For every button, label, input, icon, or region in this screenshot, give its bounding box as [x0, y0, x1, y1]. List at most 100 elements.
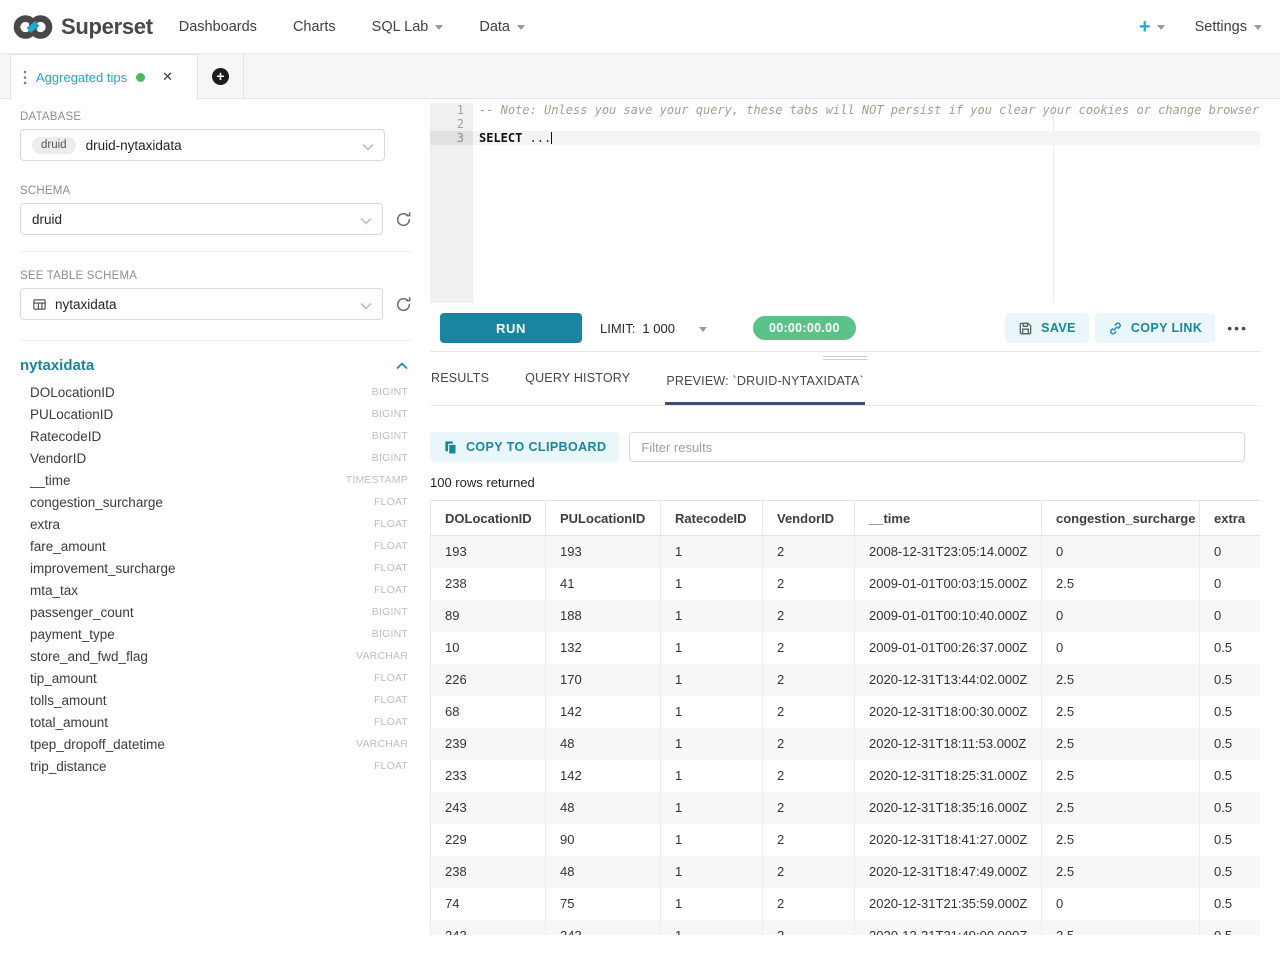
superset-logo[interactable]: Superset — [12, 11, 153, 43]
schema-column-row: store_and_fwd_flagVARCHAR — [20, 645, 412, 667]
nav-item-sql-lab[interactable]: SQL Lab — [372, 19, 444, 35]
copy-to-clipboard-button[interactable]: COPY TO CLIPBOARD — [430, 432, 619, 462]
column-type: BIGINT — [372, 606, 408, 618]
table-cell: 2 — [763, 824, 855, 856]
save-button[interactable]: SAVE — [1005, 313, 1089, 343]
text-cursor — [551, 132, 552, 144]
schema-select[interactable]: druid — [20, 203, 383, 235]
table-cell: 2020-12-31T18:25:31.000Z — [855, 760, 1042, 792]
database-select[interactable]: druid druid-nytaxidata — [20, 129, 385, 161]
database-label: DATABASE — [20, 111, 412, 123]
column-name: mta_tax — [30, 583, 78, 598]
column-header[interactable]: DOLocationID — [431, 501, 546, 536]
nav-item-data[interactable]: Data — [479, 19, 525, 35]
caret-down-icon — [1157, 25, 1165, 30]
link-icon — [1108, 321, 1123, 336]
chevron-down-icon — [362, 143, 374, 151]
query-tab-aggregated-tips[interactable]: Aggregated tips ✕ — [10, 54, 198, 99]
table-cell: 0 — [1200, 536, 1261, 568]
rows-returned-text: 100 rows returned — [430, 475, 535, 490]
filter-results-input[interactable] — [629, 432, 1245, 462]
new-item-menu[interactable]: + — [1139, 17, 1165, 37]
refresh-schemas-icon[interactable] — [395, 211, 412, 228]
schema-column-row: tolls_amountFLOAT — [20, 689, 412, 711]
table-row: 23948122020-12-31T18:11:53.000Z2.50.5 — [431, 728, 1261, 760]
column-name: RatecodeID — [30, 429, 101, 444]
table-cell: 2020-12-31T18:11:53.000Z — [855, 728, 1042, 760]
table-cell: 2.5 — [1042, 792, 1200, 824]
table-cell: 1 — [661, 760, 763, 792]
column-name: total_amount — [30, 715, 108, 730]
table-cell: 2008-12-31T23:05:14.000Z — [855, 536, 1042, 568]
column-type: BIGINT — [372, 408, 408, 420]
nav-menu: Dashboards Charts SQL Lab Data — [179, 19, 525, 35]
column-header[interactable]: RatecodeID — [661, 501, 763, 536]
limit-dropdown[interactable]: LIMIT: 1 000 — [600, 321, 707, 336]
table-cell: 238 — [431, 568, 546, 600]
table-row: 23841122009-01-01T00:03:15.000Z2.50 — [431, 568, 1261, 600]
run-button[interactable]: RUN — [440, 313, 582, 343]
refresh-tables-icon[interactable] — [395, 296, 412, 313]
caret-down-icon — [1254, 25, 1262, 30]
drag-handle-icon — [23, 70, 27, 85]
table-cell: 2 — [763, 792, 855, 824]
table-cell: 243 — [431, 920, 546, 936]
tab-results[interactable]: RESULTS — [430, 371, 490, 405]
limit-label: LIMIT: — [600, 321, 635, 336]
table-cell: 2 — [763, 664, 855, 696]
nav-item-dashboards[interactable]: Dashboards — [179, 19, 257, 35]
column-type: FLOAT — [374, 496, 408, 508]
table-cell: 48 — [546, 792, 661, 824]
chevron-up-icon[interactable] — [396, 362, 408, 370]
table-cell: 1 — [661, 568, 763, 600]
table-row: 89188122009-01-01T00:10:40.000Z00 — [431, 600, 1261, 632]
superset-sql-lab: Superset Dashboards Charts SQL Lab Data … — [0, 0, 1280, 960]
editor-line: 2 — [430, 117, 1260, 131]
table-select[interactable]: nytaxidata — [20, 288, 383, 320]
table-cell: 2.5 — [1042, 824, 1200, 856]
results-controls: COPY TO CLIPBOARD — [430, 432, 1260, 462]
copy-link-button[interactable]: COPY LINK — [1095, 313, 1215, 343]
add-tab-button[interactable]: + — [198, 54, 244, 99]
column-header[interactable]: VendorID — [763, 501, 855, 536]
table-cell: 2009-01-01T00:26:37.000Z — [855, 632, 1042, 664]
settings-menu[interactable]: Settings — [1195, 19, 1262, 35]
table-schema-header[interactable]: nytaxidata — [20, 357, 412, 374]
column-header[interactable]: congestion_surcharge — [1042, 501, 1200, 536]
column-type: FLOAT — [374, 716, 408, 728]
schema-column-row: fare_amountFLOAT — [20, 535, 412, 557]
column-header[interactable]: __time — [855, 501, 1042, 536]
table-row: 10132122009-01-01T00:26:37.000Z00.5 — [431, 632, 1261, 664]
column-name: fare_amount — [30, 539, 106, 554]
schema-column-row: mta_taxFLOAT — [20, 579, 412, 601]
preview-table-container[interactable]: DOLocationIDPULocationIDRatecodeIDVendor… — [430, 500, 1260, 935]
table-cell: 233 — [431, 760, 546, 792]
caret-down-icon — [699, 327, 707, 332]
column-header[interactable]: PULocationID — [546, 501, 661, 536]
table-columns-list: DOLocationIDBIGINTPULocationIDBIGINTRate… — [20, 381, 412, 777]
sql-comment: -- Note: Unless you save your query, the… — [473, 103, 1260, 117]
column-name: tolls_amount — [30, 693, 107, 708]
table-cell: 243 — [431, 792, 546, 824]
tab-preview[interactable]: PREVIEW: `DRUID-NYTAXIDATA` — [665, 374, 865, 405]
column-type: BIGINT — [372, 628, 408, 640]
sql-editor[interactable]: 1 -- Note: Unless you save your query, t… — [430, 103, 1260, 303]
table-cell: 2.5 — [1042, 920, 1200, 936]
tab-query-history[interactable]: QUERY HISTORY — [524, 371, 631, 405]
more-options-button[interactable]: ••• — [1221, 316, 1254, 340]
close-tab-icon[interactable]: ✕ — [162, 69, 173, 85]
table-cell: 89 — [431, 600, 546, 632]
table-cell: 2 — [763, 568, 855, 600]
column-type: BIGINT — [372, 386, 408, 398]
schema-column-row: passenger_countBIGINT — [20, 601, 412, 623]
table-cell: 132 — [546, 632, 661, 664]
table-cell: 10 — [431, 632, 546, 664]
nav-item-charts[interactable]: Charts — [293, 19, 336, 35]
table-cell: 0 — [1042, 536, 1200, 568]
table-cell: 2020-12-31T18:47:49.000Z — [855, 856, 1042, 888]
table-row: 24348122020-12-31T18:35:16.000Z2.50.5 — [431, 792, 1261, 824]
table-cell: 48 — [546, 856, 661, 888]
column-header[interactable]: extra — [1200, 501, 1261, 536]
column-type: VARCHAR — [356, 650, 408, 662]
pane-resize-handle[interactable] — [430, 356, 1260, 364]
